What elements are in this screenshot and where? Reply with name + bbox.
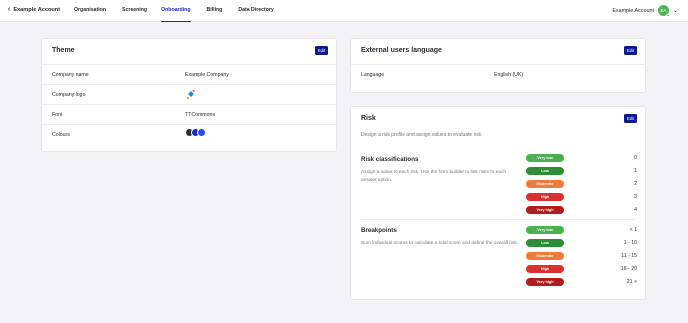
risk-level-pill: Moderate: [526, 180, 564, 188]
language-title: External users language: [361, 47, 442, 54]
risk-level-pill: Very high: [526, 206, 564, 214]
breakpoint-pill: High: [526, 265, 564, 273]
risk-level-value: 4: [634, 207, 637, 213]
avatar-initials: EA: [660, 8, 667, 13]
tab-organisation[interactable]: Organisation: [74, 0, 106, 22]
top-nav: ‹ Example Account Organisation Screening…: [0, 0, 688, 22]
tab-onboarding[interactable]: Onboarding: [161, 0, 191, 22]
font-value: TTCommons: [185, 112, 215, 118]
account-name: Example Account: [612, 7, 654, 14]
breakpoint-value: < 1: [629, 227, 637, 233]
risk-classifications-description: Assign a value to each risk. Use the for…: [361, 170, 507, 183]
tab-data-directory[interactable]: Data Directory: [238, 0, 273, 22]
language-row: Language English (UK): [351, 64, 645, 84]
colour-swatches: [185, 128, 206, 137]
breakpoint-pill: Very low: [526, 226, 564, 234]
theme-edit-button[interactable]: Edit: [315, 46, 328, 55]
risk-level-pill: Low: [526, 167, 564, 175]
breakpoints-description: Sum individual scores to calculate a tot…: [361, 241, 519, 246]
breakpoint-value: 16 - 20: [620, 266, 637, 272]
risk-classifications-title: Risk classifications: [361, 156, 419, 163]
risk-level-value: 3: [634, 194, 637, 200]
risk-level-pill: High: [526, 193, 564, 201]
tab-screening[interactable]: Screening: [122, 0, 147, 22]
language-card: External users language Edit Language En…: [350, 38, 646, 93]
theme-card: Theme Edit Company name Example Company …: [41, 38, 337, 152]
section-divider: [361, 219, 635, 220]
breakpoint-value: 21 >: [626, 279, 637, 285]
chevron-left-icon: ‹: [8, 6, 11, 13]
breakpoint-pill: Moderate: [526, 252, 564, 260]
font-row: Font TTCommons: [42, 104, 336, 124]
back-link-label: Example Account: [13, 6, 61, 13]
tab-billing[interactable]: Billing: [207, 0, 223, 22]
risk-level-value: 0: [634, 155, 637, 161]
risk-title: Risk: [361, 115, 376, 122]
account-menu[interactable]: Example Account EA ⌄: [612, 5, 678, 17]
risk-level-value: 2: [634, 181, 637, 187]
risk-level-pill: Very low: [526, 154, 564, 162]
chevron-down-icon[interactable]: ⌄: [673, 7, 678, 14]
avatar[interactable]: EA: [657, 5, 670, 17]
theme-title: Theme: [52, 47, 75, 54]
breakpoint-value: 1 - 10: [623, 240, 637, 246]
company-logo-row: Company logo: [42, 84, 336, 104]
risk-edit-button[interactable]: Edit: [624, 114, 637, 123]
company-logo-icon: [185, 88, 197, 102]
risk-description: Design a risk profile and assign values …: [361, 132, 483, 138]
breakpoints-title: Breakpoints: [361, 227, 397, 234]
breakpoint-pill: Very high: [526, 278, 564, 286]
colour-swatch: [197, 128, 206, 137]
colours-row: Colours: [42, 124, 336, 144]
breakpoint-value: 11 - 15: [621, 253, 637, 259]
back-link[interactable]: ‹ Example Account: [8, 6, 60, 13]
font-label: Font: [52, 112, 63, 118]
tab-bar: Organisation Screening Onboarding Billin…: [74, 0, 274, 22]
risk-level-value: 1: [634, 168, 637, 174]
language-edit-button[interactable]: Edit: [624, 46, 637, 55]
breakpoint-pill: Low: [526, 239, 564, 247]
company-logo-label: Company logo: [52, 92, 86, 98]
status-dot: [666, 13, 670, 17]
language-label: Language: [361, 72, 385, 78]
company-name-row: Company name Example Company: [42, 64, 336, 84]
risk-card: Risk Edit Design a risk profile and assi…: [350, 106, 646, 300]
company-name-label: Company name: [52, 72, 89, 78]
colours-label: Colours: [52, 132, 70, 138]
language-value: English (UK): [494, 72, 524, 78]
company-name-value: Example Company: [185, 72, 229, 78]
